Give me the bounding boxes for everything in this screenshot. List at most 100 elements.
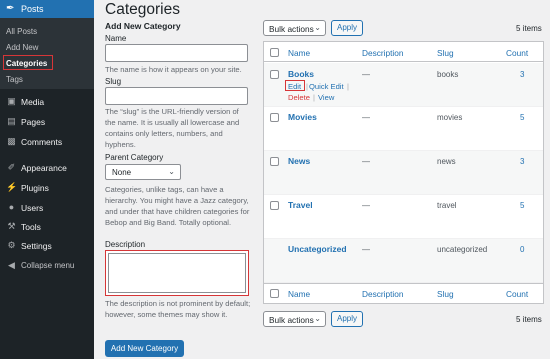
category-count-link[interactable]: 5 bbox=[520, 113, 524, 122]
admin-sidebar: ✒ Posts All Posts Add New Categories Tag… bbox=[0, 0, 94, 359]
action-separator: | bbox=[347, 82, 349, 91]
view-link[interactable]: View bbox=[318, 93, 334, 102]
add-new-category-button[interactable]: Add New Category bbox=[105, 340, 184, 357]
sidebar-item-pages[interactable]: ▤ Pages bbox=[0, 113, 94, 131]
category-name-link[interactable]: Movies bbox=[288, 112, 317, 122]
comments-icon: ▩ bbox=[7, 136, 16, 146]
category-description: — bbox=[362, 113, 370, 122]
column-count[interactable]: Count bbox=[506, 48, 528, 58]
table-row: Travel — travel 5 bbox=[264, 195, 543, 239]
category-name-link[interactable]: News bbox=[288, 156, 310, 166]
category-count-link[interactable]: 3 bbox=[520, 157, 524, 166]
collapse-icon: ◀ bbox=[8, 260, 15, 270]
sidebar-item-label: Comments bbox=[21, 137, 63, 147]
parent-help: Categories, unlike tags, can have a hier… bbox=[105, 185, 250, 227]
column-slug[interactable]: Slug bbox=[437, 48, 454, 58]
action-separator: | bbox=[306, 82, 308, 91]
category-description: — bbox=[362, 157, 370, 166]
description-field[interactable] bbox=[108, 253, 246, 293]
sidebar-item-label: Plugins bbox=[21, 183, 49, 193]
posts-submenu: All Posts Add New Categories Tags bbox=[0, 18, 94, 89]
tools-icon: ⚒ bbox=[7, 221, 16, 231]
table-row: Uncategorized — uncategorized 0 bbox=[264, 239, 543, 283]
column-name[interactable]: Name bbox=[288, 48, 310, 58]
select-all-checkbox[interactable] bbox=[270, 289, 279, 298]
row-checkbox[interactable] bbox=[270, 70, 279, 79]
category-name-link[interactable]: Books bbox=[288, 69, 314, 79]
delete-link[interactable]: Delete bbox=[288, 93, 310, 102]
edit-link[interactable]: Edit bbox=[288, 82, 301, 91]
submenu-all-posts[interactable]: All Posts bbox=[6, 27, 37, 36]
parent-category-value: None bbox=[112, 168, 132, 177]
slug-input[interactable] bbox=[105, 87, 248, 105]
select-all-checkbox[interactable] bbox=[270, 48, 279, 57]
settings-icon: ⚙ bbox=[7, 240, 16, 250]
row-actions: Edit | Quick Edit | Delete | View bbox=[285, 80, 358, 108]
bulk-actions-select-top[interactable]: Bulk actions ⌄ bbox=[263, 20, 326, 36]
category-count-link[interactable]: 0 bbox=[520, 245, 524, 254]
sidebar-item-plugins[interactable]: ⚡ Plugins bbox=[0, 179, 94, 197]
table-row: Movies — movies 5 bbox=[264, 107, 543, 151]
items-count-top: 5 items bbox=[516, 24, 542, 33]
column-description[interactable]: Description bbox=[362, 48, 404, 58]
plugins-icon: ⚡ bbox=[6, 182, 18, 192]
bulk-actions-select-bottom[interactable]: Bulk actions ⌄ bbox=[263, 311, 326, 327]
row-checkbox[interactable] bbox=[270, 201, 279, 210]
column-name[interactable]: Name bbox=[288, 289, 310, 299]
chevron-down-icon: ⌄ bbox=[314, 23, 321, 32]
category-slug: travel bbox=[437, 201, 457, 210]
action-separator: | bbox=[313, 93, 315, 102]
description-textarea[interactable] bbox=[105, 250, 249, 296]
sidebar-item-media[interactable]: ▣ Media bbox=[0, 93, 94, 111]
sidebar-item-label: Pages bbox=[21, 117, 46, 127]
parent-label: Parent Category bbox=[105, 153, 164, 162]
sidebar-item-label: Appearance bbox=[21, 163, 67, 173]
category-name-link[interactable]: Uncategorized bbox=[288, 244, 347, 254]
chevron-down-icon: ⌄ bbox=[168, 167, 175, 176]
column-slug[interactable]: Slug bbox=[437, 289, 454, 299]
description-help: The description is not prominent by defa… bbox=[105, 299, 251, 319]
column-description[interactable]: Description bbox=[362, 289, 404, 299]
description-label: Description bbox=[105, 240, 146, 249]
media-icon: ▣ bbox=[7, 96, 16, 106]
users-icon: ● bbox=[8, 202, 15, 212]
row-checkbox[interactable] bbox=[270, 157, 279, 166]
collapse-menu-button[interactable]: ◀ Collapse menu bbox=[0, 257, 94, 275]
sidebar-item-tools[interactable]: ⚒ Tools bbox=[0, 218, 94, 236]
sidebar-item-posts[interactable]: ✒ Posts bbox=[0, 0, 94, 18]
name-input[interactable] bbox=[105, 44, 248, 62]
sidebar-item-settings[interactable]: ⚙ Settings bbox=[0, 237, 94, 255]
quick-edit-link[interactable]: Quick Edit bbox=[309, 82, 344, 91]
submenu-add-new[interactable]: Add New bbox=[6, 43, 38, 52]
apply-button-bottom[interactable]: Apply bbox=[331, 311, 363, 327]
sidebar-item-comments[interactable]: ▩ Comments bbox=[0, 133, 94, 151]
slug-label: Slug bbox=[105, 77, 122, 86]
form-heading: Add New Category bbox=[105, 21, 181, 31]
category-count-link[interactable]: 5 bbox=[520, 201, 524, 210]
bulk-actions-label: Bulk actions bbox=[269, 315, 314, 325]
categories-highlight bbox=[3, 55, 53, 70]
name-help: The name is how it appears on your site. bbox=[105, 65, 242, 74]
items-count-bottom: 5 items bbox=[516, 315, 542, 324]
category-slug: books bbox=[437, 70, 459, 79]
category-description: — bbox=[362, 201, 370, 210]
slug-help: The “slug” is the URL-friendly version o… bbox=[105, 107, 240, 149]
table-header: Name Description Slug Count bbox=[264, 42, 543, 62]
table-row: News — news 3 bbox=[264, 151, 543, 195]
row-checkbox[interactable] bbox=[270, 113, 279, 122]
category-slug: news bbox=[437, 157, 456, 166]
pages-icon: ▤ bbox=[7, 116, 16, 126]
submenu-tags[interactable]: Tags bbox=[6, 75, 23, 84]
sidebar-item-label: Media bbox=[21, 97, 45, 107]
category-name-link[interactable]: Travel bbox=[288, 200, 313, 210]
sidebar-item-users[interactable]: ● Users bbox=[0, 199, 94, 217]
category-count-link[interactable]: 3 bbox=[520, 70, 524, 79]
parent-category-select[interactable]: None ⌄ bbox=[105, 164, 181, 180]
sidebar-item-label: Tools bbox=[21, 222, 41, 232]
page-title: Categories bbox=[105, 1, 180, 18]
sidebar-item-label: Collapse menu bbox=[21, 261, 75, 270]
name-label: Name bbox=[105, 34, 127, 43]
sidebar-item-appearance[interactable]: ✐ Appearance bbox=[0, 159, 94, 177]
column-count[interactable]: Count bbox=[506, 289, 528, 299]
apply-button-top[interactable]: Apply bbox=[331, 20, 363, 36]
